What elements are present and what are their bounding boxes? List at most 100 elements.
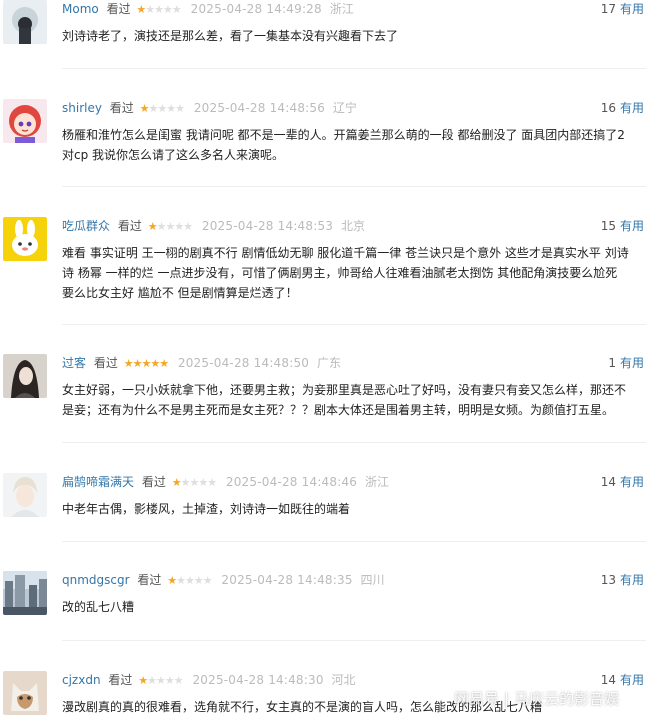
useful-button[interactable]: 有用 [620, 2, 644, 16]
star-empty-icon: ★ [189, 476, 199, 489]
star-empty-icon: ★ [202, 574, 213, 587]
useful-button[interactable]: 有用 [620, 101, 644, 115]
comment-location: 浙江 [364, 475, 389, 489]
avatar[interactable] [3, 671, 47, 715]
avatar[interactable] [3, 473, 47, 517]
avatar-image [3, 571, 47, 615]
useful-button[interactable]: 有用 [620, 356, 644, 370]
comment-time: 2025-04-28 14:48:46 [225, 475, 358, 489]
avatar[interactable] [3, 99, 47, 143]
vote-count: 17 [600, 2, 616, 16]
review-text-line: 中老年古偶，影楼风，土掉渣，刘诗诗一如既往的端着 [62, 502, 351, 516]
avatar-image [3, 473, 47, 517]
comment-location: 河北 [331, 673, 356, 687]
avatar-image [3, 99, 47, 143]
review-text-line: 刘诗诗老了，演技还是那么差，看了一集基本没有兴趣看下去了 [62, 29, 399, 43]
vote-count: 1 [608, 356, 616, 370]
comment-time: 2025-04-28 14:48:53 [201, 219, 334, 233]
vote-area: 15 有用 [601, 217, 644, 235]
watermark-platform: 网易号 [454, 690, 500, 708]
divider [62, 442, 646, 443]
star-empty-icon: ★ [154, 3, 164, 16]
divider [62, 324, 646, 325]
review-header: shirley 看过 ★★★★★ 2025-04-28 14:48:56 辽宁 … [62, 99, 644, 117]
review-header: 过客 看过 ★★★★★ 2025-04-28 14:48:50 广东 1 有用 [62, 354, 644, 372]
rating-stars: ★★★★★ [138, 672, 184, 690]
star-empty-icon: ★ [147, 674, 157, 687]
comment-time: 2025-04-28 14:48:56 [193, 101, 326, 115]
star-empty-icon: ★ [184, 574, 195, 587]
review-text-line: 杨雁和淮竹怎么是闺蜜 我请问呢 都不是一辈的人。开篇姜兰那么萌的一段 都给删没了… [62, 128, 625, 142]
star-filled-icon: ★ [123, 357, 134, 370]
review-header: Momo 看过 ★★★★★ 2025-04-28 14:49:28 浙江 17 有… [62, 0, 644, 18]
useful-button[interactable]: 有用 [620, 219, 644, 233]
username-link[interactable]: 过客 [62, 356, 86, 370]
star-filled-icon: ★ [138, 674, 148, 687]
star-empty-icon: ★ [157, 102, 167, 115]
star-empty-icon: ★ [155, 674, 166, 687]
rating-stars: ★★★★★ [171, 474, 217, 492]
watch-status: 看过 [137, 573, 162, 587]
avatar[interactable] [3, 217, 47, 261]
review-text-line: 是妾；还有为什么不是男主死而是女主死？？？剧本大体还是围着男主转，明明是女频。为… [62, 403, 615, 417]
review-header: 扁鹄啼霜满天 看过 ★★★★★ 2025-04-28 14:48:46 浙江 1… [62, 473, 644, 491]
watch-status: 看过 [141, 475, 166, 489]
star-empty-icon: ★ [207, 476, 217, 489]
review-text: 难看 事实证明 王一栩的剧真不行 剧情低幼无聊 服化道千篇一律 苍兰诀只是个意外… [62, 243, 646, 303]
star-filled-icon: ★ [171, 476, 182, 489]
star-empty-icon: ★ [174, 220, 184, 233]
comment-time: 2025-04-28 14:48:30 [192, 673, 324, 687]
star-filled-icon: ★ [150, 357, 160, 370]
comment-location: 广东 [316, 356, 341, 370]
review-text-line: 对cp 我说你怎么请了这么多名人来演呢。 [62, 148, 285, 162]
star-empty-icon: ★ [193, 574, 204, 587]
username-link[interactable]: 吃瓜群众 [62, 219, 110, 233]
username-link[interactable]: shirley [62, 101, 102, 115]
star-empty-icon: ★ [171, 3, 182, 16]
watermark-author: 马庆云的影音娱 [514, 690, 620, 708]
star-empty-icon: ★ [198, 476, 208, 489]
star-filled-icon: ★ [139, 102, 150, 115]
useful-button[interactable]: 有用 [620, 475, 644, 489]
review-text: 刘诗诗老了，演技还是那么差，看了一集基本没有兴趣看下去了 [62, 26, 646, 46]
star-empty-icon: ★ [163, 3, 173, 16]
username-link[interactable]: cjzxdn [62, 673, 101, 687]
comment-location: 四川 [360, 573, 385, 587]
star-empty-icon: ★ [166, 102, 176, 115]
review-text: 杨雁和淮竹怎么是闺蜜 我请问呢 都不是一辈的人。开篇姜兰那么萌的一段 都给删没了… [62, 125, 646, 165]
avatar-image [3, 0, 47, 44]
review-text: 女主好弱，一只小妖就拿下他，还要男主救；为妾那里真是恶心吐了好吗，没有妻只有妾又… [62, 380, 646, 420]
username-link[interactable]: qnmdgscgr [62, 573, 130, 587]
watch-status: 看过 [109, 101, 134, 115]
star-empty-icon: ★ [164, 674, 175, 687]
watermark-separator: | [504, 690, 510, 708]
review-text-line: 难看 事实证明 王一栩的剧真不行 剧情低幼无聊 服化道千篇一律 苍兰诀只是个意外… [62, 246, 629, 260]
avatar[interactable] [3, 354, 47, 398]
watch-status: 看过 [106, 2, 131, 16]
star-empty-icon: ★ [183, 220, 193, 233]
review-text-line: 要么比女主好 尴尬不 但是剧情算是烂透了！ [62, 286, 298, 300]
star-empty-icon: ★ [173, 674, 184, 687]
vote-count: 13 [600, 573, 616, 587]
review-header: 吃瓜群众 看过 ★★★★★ 2025-04-28 14:48:53 北京 15 有… [62, 217, 644, 235]
useful-button[interactable]: 有用 [620, 573, 644, 587]
star-filled-icon: ★ [167, 574, 177, 587]
avatar[interactable] [3, 571, 47, 615]
review-text-line: 改的乱七八糟 [62, 600, 135, 614]
comment-location: 北京 [340, 219, 365, 233]
comment-time: 2025-04-28 14:48:35 [221, 573, 353, 587]
vote-count: 16 [600, 101, 616, 115]
star-empty-icon: ★ [145, 3, 155, 16]
avatar[interactable] [3, 0, 47, 44]
username-link[interactable]: Momo [62, 2, 99, 16]
watch-status: 看过 [117, 219, 142, 233]
vote-count: 14 [600, 475, 616, 489]
watermark: 网易号 | 马庆云的影音娱 [454, 684, 660, 714]
review-header: qnmdgscgr 看过 ★★★★★ 2025-04-28 14:48:35 四… [62, 571, 644, 589]
username-link[interactable]: 扁鹄啼霜满天 [62, 475, 134, 489]
star-empty-icon: ★ [175, 102, 185, 115]
rating-stars: ★★★★★ [136, 1, 182, 19]
rating-stars: ★★★★★ [148, 218, 193, 236]
review-text-line: 女主好弱，一只小妖就拿下他，还要男主救；为妾那里真是恶心吐了好吗，没有妻只有妾又… [62, 383, 627, 397]
star-empty-icon: ★ [176, 574, 186, 587]
